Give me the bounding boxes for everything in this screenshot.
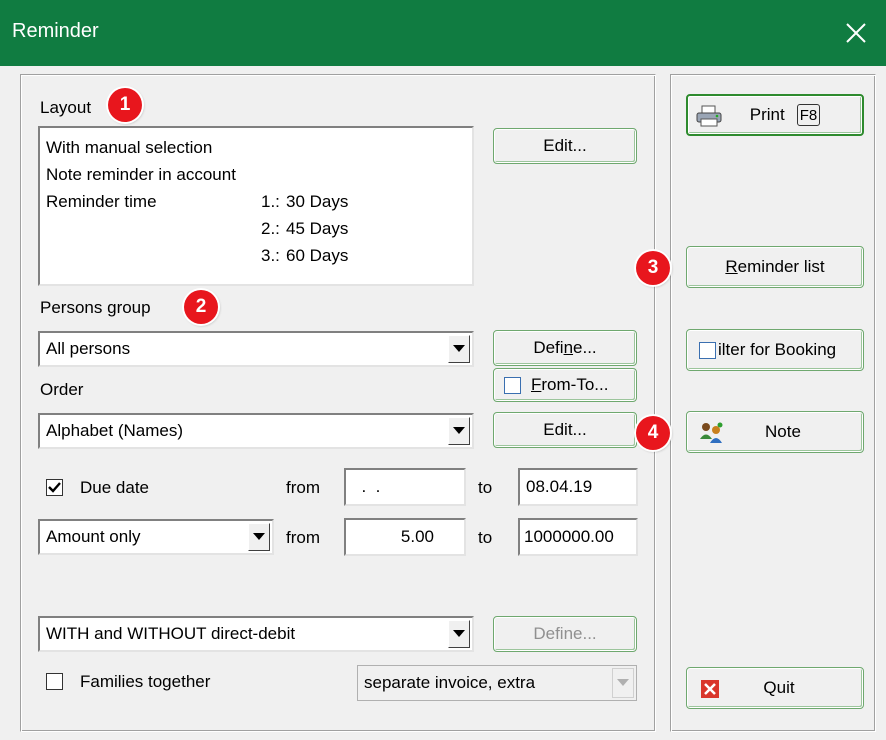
direct-debit-value: WITH and WITHOUT direct-debit (46, 624, 296, 643)
amount-from-label: from (286, 528, 320, 547)
order-select[interactable]: Alphabet (Names) (38, 413, 474, 449)
order-label: Order (40, 380, 84, 399)
from-to-checkbox-icon (504, 376, 521, 394)
persons-define-button[interactable]: Defi n e... (493, 330, 637, 366)
reminder-time-num: 1.: (261, 192, 280, 211)
print-button[interactable]: Print F8 (686, 94, 864, 136)
invoice-mode-select[interactable]: separate invoice, extra (357, 665, 637, 701)
filter-checkbox-icon (699, 341, 716, 359)
quit-button[interactable]: Quit (686, 667, 864, 709)
persons-group-label: Persons group (40, 298, 151, 317)
close-button[interactable] (826, 0, 886, 66)
quit-x-icon (701, 680, 719, 698)
amount-to-label: to (478, 528, 493, 547)
families-together-label: Families together (80, 672, 211, 691)
reminder-list-button[interactable]: Reminder list (686, 246, 864, 288)
due-date-to-label: to (478, 478, 493, 497)
filter-for-booking-button[interactable]: ilter for Booking (686, 329, 864, 371)
persons-group-value: All persons (46, 339, 131, 358)
layout-edit-button[interactable]: Edit... (493, 128, 637, 164)
due-date-label: Due date (80, 478, 149, 497)
reminder-time-num: 2.: (261, 219, 280, 238)
chevron-down-icon[interactable] (612, 668, 634, 698)
chevron-down-icon[interactable] (448, 620, 470, 648)
note-label: Note (765, 422, 801, 441)
families-together-checkbox[interactable] (46, 673, 63, 690)
print-shortcut-key: F8 (796, 104, 821, 126)
invoice-mode-value: separate invoice, extra (364, 673, 536, 692)
note-people-icon (700, 422, 723, 443)
from-to-button[interactable]: From-To... (493, 368, 637, 402)
printer-icon (696, 105, 722, 127)
amount-from-input[interactable]: 5.00 (344, 518, 466, 556)
direct-debit-select[interactable]: WITH and WITHOUT direct-debit (38, 616, 474, 652)
direct-debit-define-button[interactable]: Define... (493, 616, 637, 652)
layout-label: Layout (40, 98, 92, 117)
reminder-time-label: Reminder time (46, 192, 157, 211)
badge-4: 4 (636, 416, 670, 450)
amount-to-input[interactable]: 1000000.00 (518, 518, 638, 556)
layout-line: 3.: 60 Days (46, 242, 466, 269)
due-date-to-input[interactable]: 08.04.19 (518, 468, 638, 506)
layout-line: 2.: 45 Days (46, 215, 466, 242)
badge-3: 3 (636, 251, 670, 285)
badge-2: 2 (184, 290, 218, 324)
due-date-checkbox[interactable] (46, 479, 63, 496)
order-edit-button[interactable]: Edit... (493, 412, 637, 448)
chevron-down-icon[interactable] (248, 523, 270, 551)
badge-1: 1 (108, 88, 142, 122)
amount-value: Amount only (46, 527, 141, 546)
title-bar: Reminder (0, 0, 886, 66)
checkmark-icon (48, 482, 61, 493)
due-date-from-input[interactable]: . . (344, 468, 466, 506)
print-label: Print (749, 105, 785, 124)
layout-line: Note reminder in account (46, 165, 236, 184)
close-icon (846, 23, 866, 43)
note-button[interactable]: Note (686, 411, 864, 453)
layout-listbox[interactable]: With manual selection Note reminder in a… (38, 126, 474, 286)
due-date-from-label: from (286, 478, 320, 497)
quit-label: Quit (763, 678, 795, 697)
persons-group-select[interactable]: All persons (38, 331, 474, 367)
actions-panel (670, 74, 876, 732)
reminder-time-days: 60 Days (286, 246, 349, 265)
reminder-time-num: 3.: (261, 246, 280, 265)
order-value: Alphabet (Names) (46, 421, 184, 440)
reminder-time-days: 45 Days (286, 219, 349, 238)
window-title: Reminder (12, 20, 99, 42)
reminder-time-days: 30 Days (286, 192, 349, 211)
chevron-down-icon[interactable] (448, 335, 470, 363)
layout-line: Reminder time 1.: 30 Days (46, 188, 466, 215)
chevron-down-icon[interactable] (448, 417, 470, 445)
layout-line: With manual selection (46, 138, 213, 157)
amount-select[interactable]: Amount only (38, 519, 274, 555)
